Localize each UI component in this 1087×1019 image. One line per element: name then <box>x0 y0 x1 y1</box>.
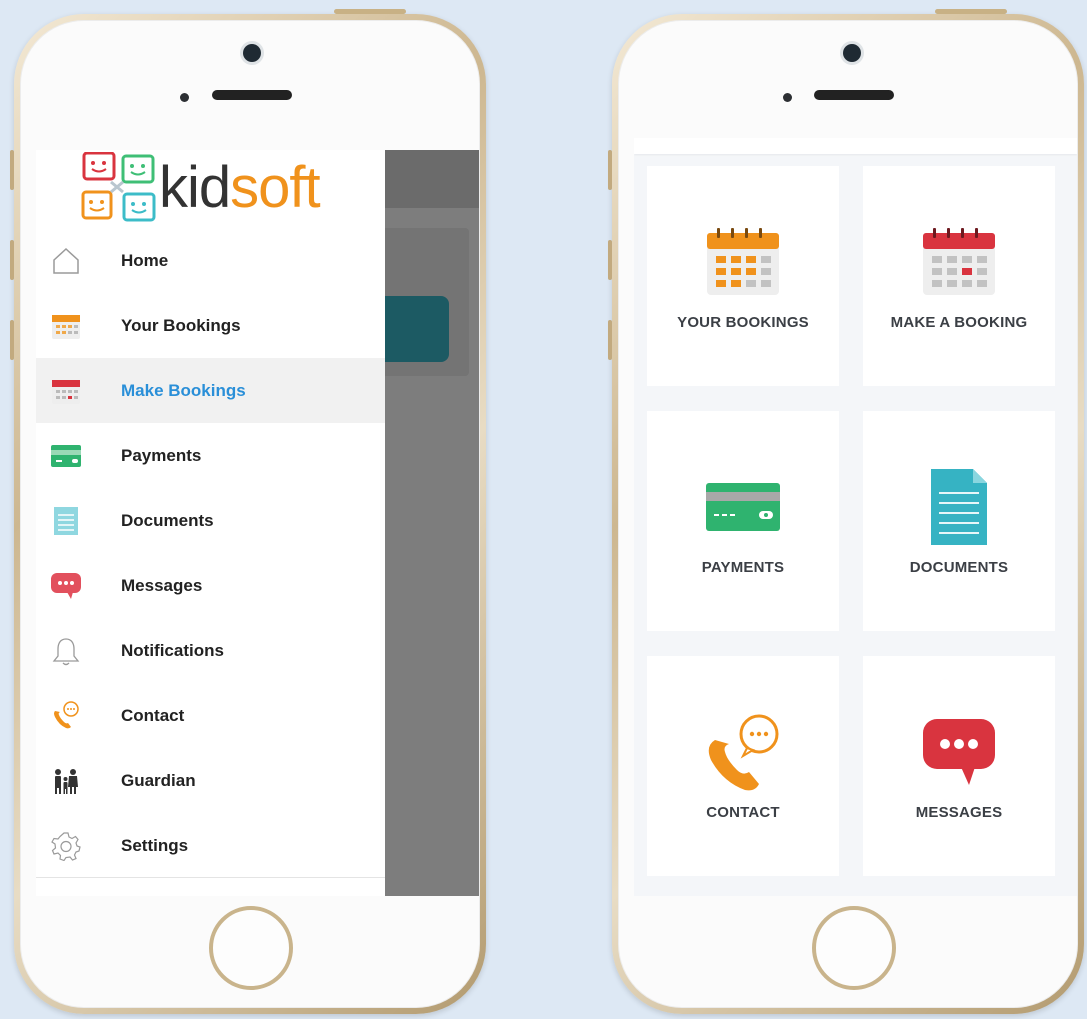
menu-item-label: Guardian <box>121 770 196 790</box>
volume-up-button <box>10 240 14 280</box>
calendar-red-icon <box>863 222 1055 302</box>
document-icon <box>863 467 1055 547</box>
app-top-bar <box>634 138 1077 154</box>
logo-text-kid: kid <box>159 155 231 220</box>
home-button[interactable] <box>209 906 293 990</box>
menu-item-guardian[interactable]: Guardian <box>36 748 385 813</box>
menu-item-label: Settings <box>121 835 189 855</box>
menu-item-label: Payments <box>121 445 202 465</box>
home-icon <box>50 245 82 277</box>
calendar-red-icon <box>50 375 82 407</box>
front-camera <box>843 44 861 62</box>
drawer-bottom-divider <box>36 877 385 878</box>
power-button <box>935 9 1007 14</box>
screen-navigation-drawer: kidsoft Home Your Bookings Make Bookings <box>36 150 479 896</box>
drawer-menu: Home Your Bookings Make Bookings Payment… <box>36 228 385 878</box>
volume-down-button <box>10 320 14 360</box>
menu-item-label: Home <box>121 250 169 270</box>
proximity-sensor <box>783 93 792 102</box>
menu-item-label: Your Bookings <box>121 315 241 335</box>
menu-item-notifications[interactable]: Notifications <box>36 618 385 683</box>
volume-down-button <box>608 320 612 360</box>
logo-text-soft: soft <box>230 155 320 220</box>
phone-chat-icon <box>50 700 82 732</box>
tile-label: PAYMENTS <box>701 559 785 576</box>
navigation-drawer: kidsoft Home Your Bookings Make Bookings <box>36 150 385 896</box>
menu-item-label: Messages <box>121 575 203 595</box>
menu-item-your-bookings[interactable]: Your Bookings <box>36 293 385 358</box>
menu-item-label: Make Bookings <box>121 380 246 400</box>
earpiece-speaker <box>814 90 894 100</box>
family-icon <box>50 765 82 797</box>
dimmed-app-bar <box>385 150 479 208</box>
tile-label: MAKE A BOOKING <box>890 314 1028 331</box>
front-camera <box>243 44 261 62</box>
menu-item-messages[interactable]: Messages <box>36 553 385 618</box>
menu-item-payments[interactable]: Payments <box>36 423 385 488</box>
tile-make-a-booking[interactable]: MAKE A BOOKING <box>863 166 1055 386</box>
dimmed-button <box>385 296 449 362</box>
tile-documents[interactable]: DOCUMENTS <box>863 411 1055 631</box>
tile-messages[interactable]: MESSAGES <box>863 656 1055 876</box>
kidsoft-logo: kidsoft <box>81 152 341 224</box>
menu-item-contact[interactable]: Contact <box>36 683 385 748</box>
power-button <box>334 9 406 14</box>
chat-bubble-icon <box>863 712 1055 792</box>
menu-item-label: Contact <box>121 705 185 725</box>
credit-card-icon <box>50 440 82 472</box>
bell-icon <box>50 635 82 667</box>
mute-switch <box>10 150 14 190</box>
home-button[interactable] <box>812 906 896 990</box>
menu-item-label: Documents <box>121 510 214 530</box>
phone-chat-icon <box>647 712 839 792</box>
menu-item-label: Notifications <box>121 640 224 660</box>
screen-dashboard: YOUR BOOKINGS MAKE A BOOKING PAYMENTS DO… <box>634 138 1077 896</box>
logo-faces-icon <box>81 152 156 222</box>
calendar-orange-icon <box>647 222 839 302</box>
tile-label: DOCUMENTS <box>909 559 1009 576</box>
logo-wordmark: kidsoft <box>159 155 321 220</box>
document-icon <box>50 505 82 537</box>
dimmed-content-overlay[interactable] <box>385 150 479 896</box>
tile-label: MESSAGES <box>915 804 1003 821</box>
proximity-sensor <box>180 93 189 102</box>
tile-label: YOUR BOOKINGS <box>677 314 809 331</box>
mute-switch <box>608 150 612 190</box>
menu-item-make-bookings[interactable]: Make Bookings <box>36 358 385 423</box>
chat-bubble-icon <box>50 570 82 602</box>
tile-label: CONTACT <box>706 804 780 821</box>
menu-item-home[interactable]: Home <box>36 228 385 293</box>
calendar-orange-icon <box>50 310 82 342</box>
menu-item-documents[interactable]: Documents <box>36 488 385 553</box>
volume-up-button <box>608 240 612 280</box>
menu-item-settings[interactable]: Settings <box>36 813 385 878</box>
gear-icon <box>50 830 82 862</box>
earpiece-speaker <box>212 90 292 100</box>
tile-payments[interactable]: PAYMENTS <box>647 411 839 631</box>
credit-card-icon <box>647 467 839 547</box>
tile-your-bookings[interactable]: YOUR BOOKINGS <box>647 166 839 386</box>
tile-contact[interactable]: CONTACT <box>647 656 839 876</box>
